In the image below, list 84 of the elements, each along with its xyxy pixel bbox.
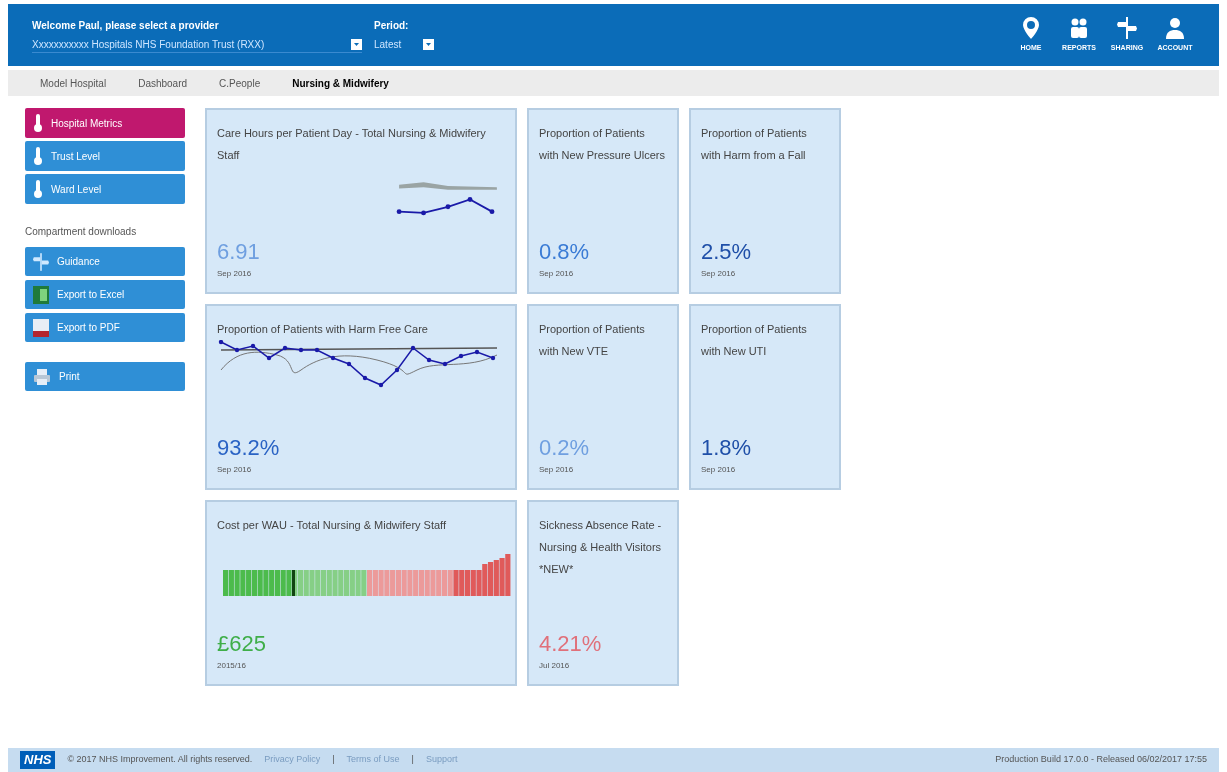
metric-value: 6.91 xyxy=(216,238,261,266)
data-point xyxy=(410,345,416,351)
metric-title: Proportion of Patients with New VTE xyxy=(538,322,646,359)
nav-tab[interactable]: Nursing & Midwifery xyxy=(284,75,397,91)
metric-value: 93.2% xyxy=(216,434,281,462)
nav-tab[interactable]: Model Hospital xyxy=(32,75,115,91)
data-point xyxy=(330,355,336,361)
metric-card[interactable]: Proportion of Patients with Harm Free Care 93.2% Sep 2016 xyxy=(205,304,517,490)
data-point xyxy=(442,361,448,367)
metric-value: £625 xyxy=(216,630,267,658)
metric-card[interactable]: Proportion of Patients with New Pressure Ulcers 0.8% Sep 2016 xyxy=(527,108,679,294)
metric-period: Sep 2016 xyxy=(538,268,575,280)
data-point xyxy=(426,357,432,363)
metric-period: Sep 2016 xyxy=(700,268,737,280)
data-point xyxy=(218,340,224,345)
signpost-icon xyxy=(33,252,49,271)
data-point xyxy=(346,361,352,367)
metric-value: 4.21% xyxy=(538,630,603,658)
metric-title: Proportion of Patients with New UTI xyxy=(700,322,808,359)
copyright-text: © 2017 NHS Improvement. All rights reserved. xyxy=(67,753,253,767)
thermometer-icon xyxy=(33,180,43,198)
download-button[interactable]: Guidance xyxy=(25,247,185,276)
data-point xyxy=(234,347,240,353)
data-point xyxy=(490,355,496,361)
thermometer-icon xyxy=(33,147,43,165)
data-point xyxy=(266,355,272,361)
metric-title: Cost per WAU - Total Nursing & Midwifery Staff xyxy=(216,518,448,533)
metric-period: Sep 2016 xyxy=(216,464,253,476)
metric-period: 2015/16 xyxy=(216,660,247,672)
print-button[interactable]: Print xyxy=(25,362,185,391)
spreadsheet-icon xyxy=(33,285,49,304)
data-point xyxy=(282,345,288,351)
metric-title: Sickness Absence Rate - Nursing & Health Visitors *NEW* xyxy=(538,518,663,577)
level-button[interactable]: Hospital Metrics xyxy=(25,108,185,138)
data-point xyxy=(314,347,320,353)
map-pin-icon xyxy=(1023,16,1039,39)
metric-period: Sep 2016 xyxy=(700,464,737,476)
metric-title: Proportion of Patients with New Pressure Ulcers xyxy=(538,126,666,163)
metric-card[interactable]: Proportion of Patients with Harm from a Fall 2.5% Sep 2016 xyxy=(689,108,841,294)
period-label: Period: xyxy=(374,19,410,33)
data-point xyxy=(378,382,384,388)
metric-value: 1.8% xyxy=(700,434,753,462)
caret-icon xyxy=(351,38,362,50)
metric-card[interactable]: Cost per WAU - Total Nursing & Midwifery Staff £625 2015/16 xyxy=(205,500,517,686)
person-icon xyxy=(1166,16,1184,39)
period-select[interactable]: Latest xyxy=(374,37,434,52)
metric-card[interactable]: Care Hours per Patient Day - Total Nursing & Midwifery Staff 6.91 Sep 2016 xyxy=(205,108,517,294)
provider-label: Welcome Paul, please select a provider xyxy=(32,18,220,33)
printer-icon xyxy=(33,367,51,386)
download-button[interactable]: Export to PDF xyxy=(25,313,185,342)
metric-title: Proportion of Patients with Harm Free Care xyxy=(216,322,429,337)
nav-tab[interactable]: C.People xyxy=(211,75,269,91)
thermometer-icon xyxy=(33,114,43,132)
data-point xyxy=(458,353,464,359)
metric-value: 0.8% xyxy=(538,238,591,266)
metric-card[interactable]: Sickness Absence Rate - Nursing & Health Visitors *NEW* 4.21% Jul 2016 xyxy=(527,500,679,686)
data-point xyxy=(394,367,400,373)
metric-period: Sep 2016 xyxy=(216,268,253,280)
level-button[interactable]: Ward Level xyxy=(25,174,185,204)
nhs-logo: NHS xyxy=(20,751,56,769)
provider-select[interactable]: Xxxxxxxxxxx Hospitals NHS Foundation Trust (RXX) xyxy=(32,36,362,53)
document-icon xyxy=(33,318,49,337)
metric-value: 2.5% xyxy=(700,238,753,266)
data-point xyxy=(362,375,368,381)
data-point xyxy=(474,349,480,355)
build-info: Production Build 17.0.0 - Released 06/02/2017 17:55 xyxy=(995,753,1207,767)
metric-period: Sep 2016 xyxy=(538,464,575,476)
link-separator: | xyxy=(332,753,335,767)
metric-title: Care Hours per Patient Day - Total Nursing & Midwifery Staff xyxy=(216,126,487,163)
nav-tab[interactable]: Dashboard xyxy=(130,75,196,91)
signpost-icon xyxy=(1117,16,1137,39)
download-button[interactable]: Export to Excel xyxy=(25,280,185,309)
metric-card[interactable]: Proportion of Patients with New UTI 1.8% Sep 2016 xyxy=(689,304,841,490)
downloads-heading: Compartment downloads xyxy=(25,225,138,239)
caret-icon xyxy=(423,39,434,50)
metric-card[interactable]: Proportion of Patients with New VTE 0.2% Sep 2016 xyxy=(527,304,679,490)
people-icon xyxy=(1068,16,1090,39)
data-point xyxy=(298,347,304,353)
level-button[interactable]: Trust Level xyxy=(25,141,185,171)
metric-period: Jul 2016 xyxy=(538,660,571,672)
link-separator: | xyxy=(411,753,414,767)
metric-value: 0.2% xyxy=(538,434,591,462)
data-point xyxy=(250,343,256,349)
metric-title: Proportion of Patients with Harm from a Fall xyxy=(700,126,808,163)
